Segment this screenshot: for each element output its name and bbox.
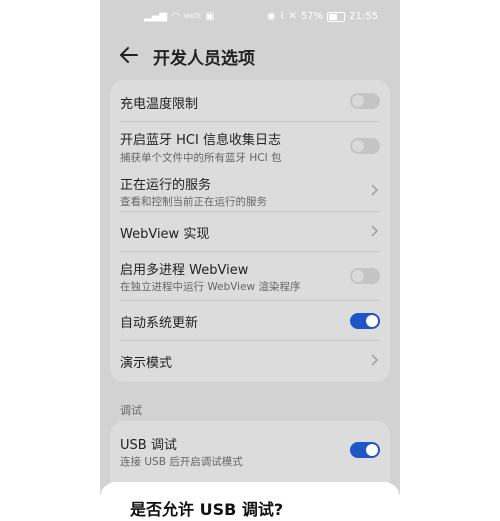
signal-icon: ▂▄▆ [144,11,168,22]
setting-row-charge-temp-limit[interactable]: 充电温度限制 [110,80,390,120]
charge-temp-limit-toggle[interactable] [350,93,380,109]
status-right: ◉ ⌇ ✕ 57% 21:55 [267,11,378,23]
setting-row-multiprocess-webview[interactable]: 启用多进程 WebView 在独立进程中运行 WebView 渲染程序 [110,252,390,300]
setting-title: 充电温度限制 [120,97,199,112]
screenshot-canvas: ▂▄▆ ◠ VoLTE ▣ ◉ ⌇ ✕ 57% 21:55 开发人员选项 充电温… [0,0,500,521]
setting-title: 开启蓝牙 HCI 信息收集日志 [120,133,281,148]
mute-icon: ✕ [288,11,297,22]
section-label-debug: 调试 [120,404,142,417]
setting-row-auto-system-update[interactable]: 自动系统更新 [110,301,390,339]
setting-title: 启用多进程 WebView [120,263,249,278]
chevron-right-icon [371,354,378,366]
setting-row-running-services[interactable]: 正在运行的服务 查看和控制当前正在运行的服务 [110,169,390,211]
setting-title: 正在运行的服务 [120,178,212,193]
usb-debugging-toggle[interactable] [350,442,380,458]
setting-title: USB 调试 [120,438,177,453]
notification-icon: ▣ [205,11,215,22]
chevron-right-icon [371,184,378,196]
setting-subtitle: 连接 USB 后开启调试模式 [120,456,243,468]
back-arrow-icon[interactable] [118,44,140,66]
bluetooth-hci-log-toggle[interactable] [350,138,380,154]
setting-subtitle: 在独立进程中运行 WebView 渲染程序 [120,281,301,293]
setting-row-demo-mode[interactable]: 演示模式 [110,341,390,381]
volte-label: VoLTE [183,13,202,20]
usb-debug-dialog: 是否允许 USB 调试? [100,482,400,521]
setting-subtitle: 捕获单个文件中的所有蓝牙 HCI 包 [120,152,282,164]
multiprocess-webview-toggle[interactable] [350,268,380,284]
setting-row-bluetooth-hci-log[interactable]: 开启蓝牙 HCI 信息收集日志 捕获单个文件中的所有蓝牙 HCI 包 [110,122,390,168]
wifi-icon: ◠ [171,11,180,22]
status-left: ▂▄▆ ◠ VoLTE ▣ [144,11,215,23]
status-bar: ▂▄▆ ◠ VoLTE ▣ ◉ ⌇ ✕ 57% 21:55 [100,0,400,36]
app-header: 开发人员选项 [100,38,400,72]
vibrate-icon: ⌇ [279,11,285,22]
settings-card: 充电温度限制 开启蓝牙 HCI 信息收集日志 捕获单个文件中的所有蓝牙 HCI … [110,80,390,382]
auto-system-update-toggle[interactable] [350,313,380,329]
clock: 21:55 [349,11,378,22]
page-title: 开发人员选项 [153,49,255,69]
phone-screen: ▂▄▆ ◠ VoLTE ▣ ◉ ⌇ ✕ 57% 21:55 开发人员选项 充电温… [100,0,400,521]
battery-icon [327,12,346,22]
setting-row-webview-impl[interactable]: WebView 实现 [110,212,390,250]
setting-subtitle: 查看和控制当前正在运行的服务 [120,196,267,208]
chevron-right-icon [371,225,378,237]
setting-title: 演示模式 [120,356,173,371]
setting-title: WebView 实现 [120,227,210,242]
battery-percent: 57% [300,11,324,22]
dialog-title: 是否允许 USB 调试? [130,500,284,519]
eye-icon: ◉ [266,11,276,22]
setting-title: 自动系统更新 [120,316,199,331]
setting-row-usb-debugging[interactable]: USB 调试 连接 USB 后开启调试模式 [110,421,390,471]
